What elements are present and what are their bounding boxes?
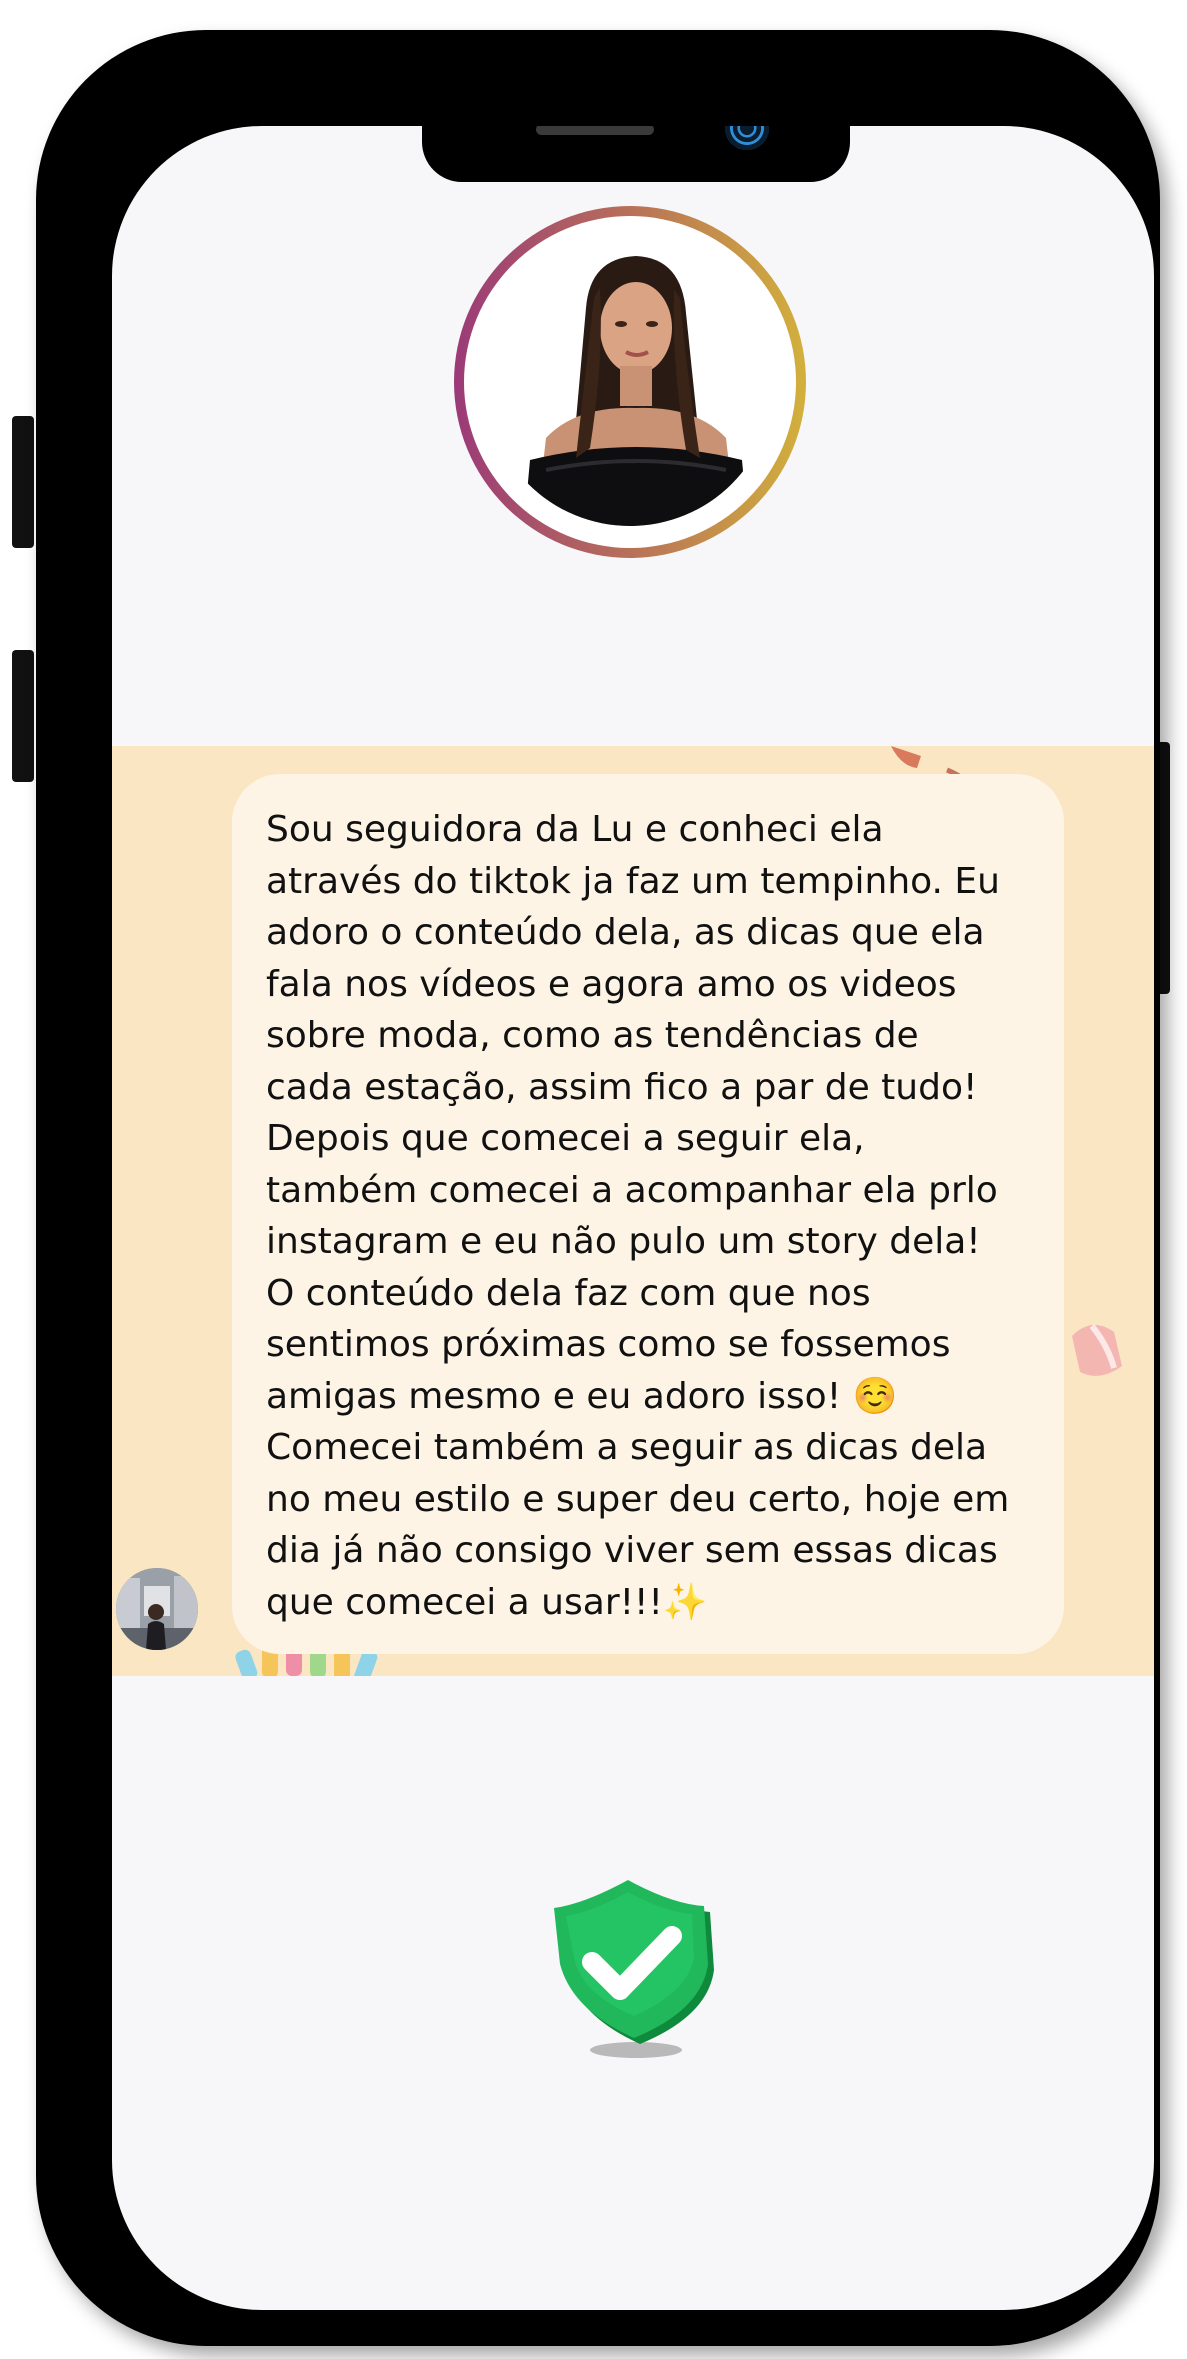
message-line: através do tiktok ja faz um tempinho. Eu <box>266 860 1000 902</box>
message-line: cada estação, assim fico a par de tudo! <box>266 1066 978 1108</box>
front-camera-icon <box>725 126 769 150</box>
sender-avatar[interactable] <box>116 1568 198 1650</box>
message-line: sentimos próximas como se fossemos <box>266 1324 951 1365</box>
message-line: no meu estilo e super deu certo, hoje em <box>266 1478 1010 1520</box>
volume-up-button <box>12 416 34 548</box>
speaker-grille <box>536 126 654 135</box>
profile-photo <box>486 238 774 526</box>
message-line: Sou seguidora da Lu e conheci ela <box>266 809 884 850</box>
message-line: O conteúdo dela faz com que nos <box>266 1272 871 1314</box>
message-line: amigas mesmo e eu adoro isso! ☺️ <box>266 1375 898 1417</box>
verified-shield-check-icon <box>554 1880 714 2058</box>
phone-screen: Sou seguidora da Lu e conheci ela atravé… <box>112 126 1154 2310</box>
message-line: que comecei a usar!!!✨ <box>266 1581 708 1623</box>
message-line: adoro o conteúdo dela, as dicas que ela <box>266 912 985 953</box>
phone-frame: Sou seguidora da Lu e conheci ela atravé… <box>36 30 1160 2346</box>
message-line: instagram e eu não pulo um story dela! <box>266 1221 981 1262</box>
profile-avatar-ring <box>454 206 806 558</box>
sender-avatar-photo <box>116 1568 198 1650</box>
message-line: também comecei a acompanhar ela prlo <box>266 1169 998 1211</box>
message-line: fala nos vídeos e agora amo os videos <box>266 963 957 1005</box>
message-line: Comecei também a seguir as dicas dela <box>266 1427 988 1468</box>
message-line: Depois que comecei a seguir ela, <box>266 1118 865 1159</box>
notch <box>422 126 850 182</box>
profile-photo-illustration <box>486 238 774 526</box>
message-bubble: Sou seguidora da Lu e conheci ela atravé… <box>232 774 1064 1654</box>
marshmallow-decoration-icon <box>1072 1324 1122 1376</box>
verified-badge <box>538 1866 738 2066</box>
message-line: sobre moda, como as tendências de <box>266 1015 919 1056</box>
volume-down-button <box>12 650 34 782</box>
chat-panel: Sou seguidora da Lu e conheci ela atravé… <box>112 746 1154 1676</box>
message-line: dia já não consigo viver sem essas dicas <box>266 1530 998 1571</box>
